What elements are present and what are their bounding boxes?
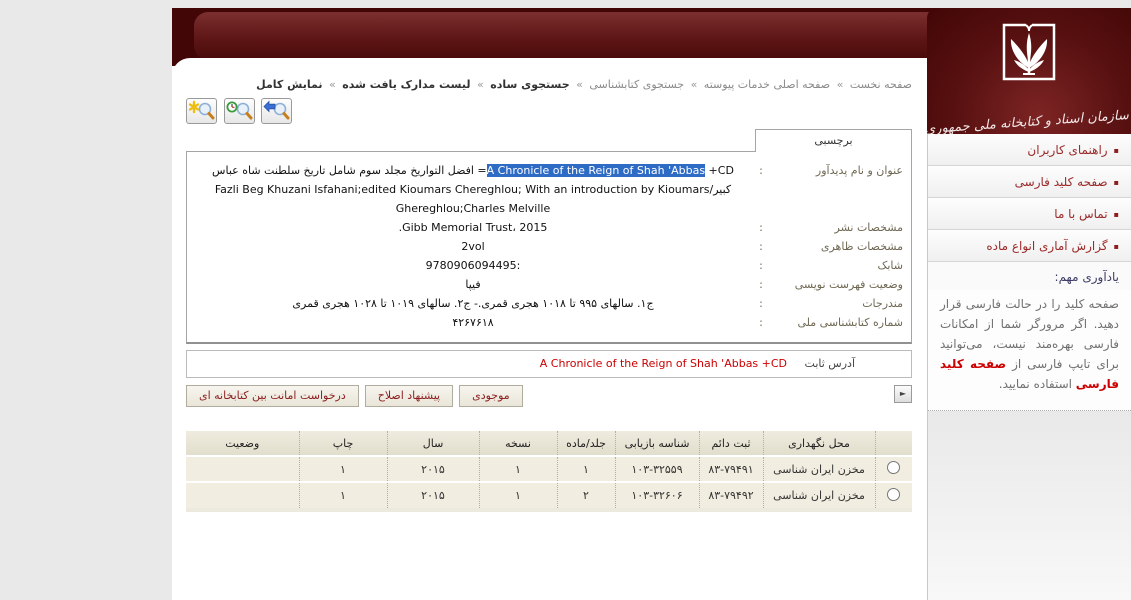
cell-status (186, 456, 299, 482)
org-name-calligraphy: سازمان اسناد و کتابخانه ملی جمهوری اسلام… (927, 108, 1130, 137)
breadcrumb-home[interactable]: صفحه نخست (850, 78, 912, 91)
site-container: سازمان اسناد و کتابخانه ملی جمهوری اسلام… (172, 8, 1131, 600)
interlibrary-loan-button[interactable]: درخواست امانت بین کتابخانه ای (186, 385, 359, 407)
breadcrumb-separator: » (576, 78, 583, 91)
header-print: چاپ (299, 431, 387, 456)
sidebar-item-contact-us[interactable]: ▪تماس با ما (928, 198, 1131, 230)
cell-copy: ۱ (479, 482, 557, 508)
new-search-icon[interactable] (186, 98, 217, 124)
sidebar-lower: ▪راهنمای کاربران ▪صفحه کلید فارسی ▪تماس … (927, 134, 1131, 600)
cell-year: ۲۰۱۵ (387, 456, 479, 482)
holdings-row: مخزن ایران شناسی ۸۳-۷۹۴۹۱ ۱۰۳-۳۲۵۵۹ ۱ ۱ … (186, 456, 912, 482)
breadcrumb-online-services[interactable]: صفحه اصلی خدمات پیوسته (704, 78, 830, 91)
book-palm-logo-icon (997, 18, 1061, 90)
title-value: A Chronicle of the Reign of Shah 'Abbas … (195, 161, 751, 218)
header-retrieval-id: شناسه بازیابی (615, 431, 699, 456)
cell-copy: ۱ (479, 456, 557, 482)
record-field-contents: مندرجات : ج۱. سالهای ۹۹۵ تا ۱۰۱۸ هجری قم… (187, 294, 911, 313)
cell-registration: ۸۳-۷۹۴۹۲ (699, 482, 763, 508)
permalink-value[interactable]: A Chronicle of the Reign of Shah 'Abbas … (540, 357, 787, 370)
holding-radio[interactable] (887, 488, 900, 501)
permalink-box: آدرس ثابت A Chronicle of the Reign of Sh… (186, 350, 912, 378)
breadcrumb-full-view: نمایش کامل (256, 78, 322, 91)
cell-volume: ۲ (557, 482, 615, 508)
cell-retrieval-id: ۱۰۳-۳۲۵۵۹ (615, 456, 699, 482)
breadcrumb-separator: » (329, 78, 336, 91)
search-history-icon[interactable] (224, 98, 255, 124)
record-field-national-bib-number: شماره کتابشناسی ملی : ۴۲۶۷۶۱۸ (187, 313, 911, 332)
table-footer-strip (186, 508, 912, 512)
cell-location: مخزن ایران شناسی (763, 482, 875, 508)
breadcrumb-separator: » (837, 78, 844, 91)
record-field-publication: مشخصات نشر : .Gibb Memorial Trust، 2015 (187, 218, 911, 237)
important-note-text: صفحه کلید را در حالت فارسی قرار دهید. اگ… (928, 290, 1131, 411)
breadcrumb-results-list[interactable]: لیست مدارک یافت شده (342, 78, 470, 91)
header-status: وضعیت (186, 431, 299, 456)
record-panel: عنوان و نام پدیدآور : A Chronicle of the… (186, 151, 912, 344)
header-volume: جلد/ماده (557, 431, 615, 456)
cell-year: ۲۰۱۵ (387, 482, 479, 508)
suggest-correction-button[interactable]: پیشنهاد اصلاح (365, 385, 453, 407)
back-to-results-icon[interactable] (261, 98, 292, 124)
selected-title-text: A Chronicle of the Reign of Shah 'Abbas (487, 164, 705, 177)
sidebar-item-user-guide[interactable]: ▪راهنمای کاربران (928, 134, 1131, 166)
header-year: سال (387, 431, 479, 456)
holdings-header-row: محل نگهداری ثبت دائم شناسه بازیابی جلد/م… (186, 431, 912, 456)
sidebar: سازمان اسناد و کتابخانه ملی جمهوری اسلام… (927, 8, 1131, 600)
record-field-title: عنوان و نام پدیدآور : A Chronicle of the… (187, 161, 911, 218)
record-field-physical: مشخصات ظاهری : 2vol (187, 237, 911, 256)
sidebar-item-statistical-report[interactable]: ▪گزارش آماری انواع ماده (928, 230, 1131, 262)
search-toolbar (186, 98, 912, 126)
expand-arrow-button[interactable]: ► (894, 385, 912, 403)
record-field-cataloging-status: وضعیت فهرست نویسی : فیپا (187, 275, 911, 294)
record-tab-row: برچسبی (186, 129, 912, 151)
breadcrumb-bibliographic-search[interactable]: جستجوی کتابشناسی (589, 78, 684, 91)
cell-location: مخزن ایران شناسی (763, 456, 875, 482)
breadcrumb: صفحه نخست » صفحه اصلی خدمات پیوسته » جست… (186, 78, 912, 94)
select-column-header (875, 431, 912, 456)
action-buttons: موجودی پیشنهاد اصلاح درخواست امانت بین ک… (186, 385, 912, 407)
breadcrumb-separator: » (477, 78, 484, 91)
header-copy: نسخه (479, 431, 557, 456)
cell-print: ۱ (299, 482, 387, 508)
holdings-table: محل نگهداری ثبت دائم شناسه بازیابی جلد/م… (186, 431, 912, 508)
cell-print: ۱ (299, 456, 387, 482)
holdings-row: مخزن ایران شناسی ۸۳-۷۹۴۹۲ ۱۰۳-۳۲۶۰۶ ۲ ۱ … (186, 482, 912, 508)
holding-radio[interactable] (887, 461, 900, 474)
record-field-isbn: شابک : 9780906094495: (187, 256, 911, 275)
national-library-logo: سازمان اسناد و کتابخانه ملی جمهوری اسلام… (927, 8, 1131, 134)
cell-volume: ۱ (557, 456, 615, 482)
important-note-title: یادآوری مهم: (928, 262, 1131, 290)
square-bullet-icon: ▪ (1114, 178, 1119, 187)
tab-labeled-view[interactable]: برچسبی (755, 129, 912, 152)
note-text-after: استفاده نمایید. (999, 377, 1076, 391)
sidebar-filler-panel (928, 411, 1131, 600)
breadcrumb-separator: » (691, 78, 698, 91)
content-area: صفحه نخست » صفحه اصلی خدمات پیوسته » جست… (186, 70, 912, 512)
square-bullet-icon: ▪ (1114, 146, 1119, 155)
availability-button[interactable]: موجودی (459, 385, 523, 407)
header-registration: ثبت دائم (699, 431, 763, 456)
square-bullet-icon: ▪ (1114, 210, 1119, 219)
cell-retrieval-id: ۱۰۳-۳۲۶۰۶ (615, 482, 699, 508)
cell-registration: ۸۳-۷۹۴۹۱ (699, 456, 763, 482)
sidebar-item-persian-keyboard[interactable]: ▪صفحه کلید فارسی (928, 166, 1131, 198)
action-row: موجودی پیشنهاد اصلاح درخواست امانت بین ک… (186, 385, 912, 409)
permalink-label: آدرس ثابت (805, 357, 855, 370)
cell-status (186, 482, 299, 508)
header-location: محل نگهداری (763, 431, 875, 456)
square-bullet-icon: ▪ (1114, 242, 1119, 251)
breadcrumb-simple-search[interactable]: جستجوی ساده (490, 78, 569, 91)
